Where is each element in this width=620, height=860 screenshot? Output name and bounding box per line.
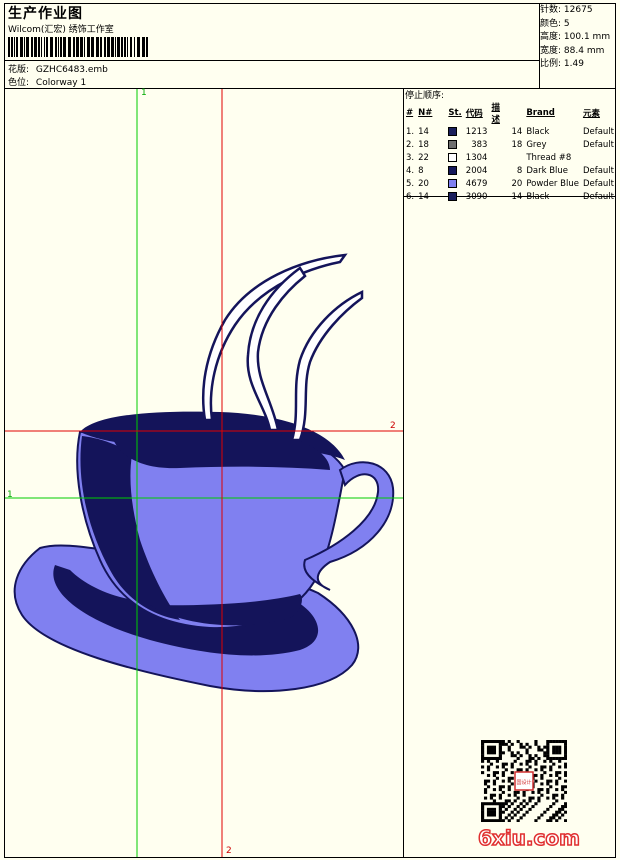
thread-code: 14	[511, 126, 523, 137]
col-description: 描述	[491, 103, 500, 125]
thread-needle: 18	[418, 139, 429, 150]
thread-description: Powder Blue	[526, 178, 579, 189]
barcode	[8, 37, 148, 57]
color-swatch	[448, 178, 458, 188]
thread-swatch	[446, 164, 463, 177]
thread-stitches: 383	[471, 139, 488, 150]
thread-row: 3. 22 1304 Thread #8	[404, 151, 620, 164]
col-brand: Brand	[526, 108, 555, 118]
thread-code: 18	[511, 139, 523, 150]
thread-needle: 14	[418, 191, 429, 202]
thread-element	[616, 164, 620, 177]
col-needle: N#	[418, 108, 433, 118]
pattern-value: GZHC6483.emb	[35, 65, 108, 75]
thread-index: 4.	[406, 165, 415, 176]
thread-brand: Default	[582, 191, 614, 202]
guide-label-h1: 1	[7, 490, 13, 500]
embroidery-design	[5, 89, 403, 857]
thread-index: 6.	[406, 191, 415, 202]
thread-description: Grey	[526, 139, 547, 150]
color-swatch	[448, 152, 458, 162]
stat-height: 高度: 100.1 mm	[540, 32, 611, 42]
colorway-value: Colorway 1	[35, 78, 87, 88]
thread-swatch	[446, 125, 463, 138]
thread-element	[616, 138, 620, 151]
thread-index: 1.	[406, 126, 415, 137]
thread-needle: 14	[418, 126, 429, 137]
thread-description: Black	[526, 191, 550, 202]
stop-sequence-title: 停止顺序:	[405, 91, 445, 101]
color-swatch	[448, 191, 458, 201]
thread-code: 14	[511, 191, 523, 202]
thread-table-header: # N# St. 代码 描述 Brand 元素	[404, 101, 620, 125]
thread-row: 1. 14 1213 14 Black Default	[404, 125, 620, 138]
thread-row: 4. 8 2004 8 Dark Blue Default	[404, 164, 620, 177]
thread-brand: Default	[582, 126, 614, 137]
thread-swatch	[446, 190, 463, 203]
thread-stitches: 2004	[465, 165, 488, 176]
thread-stitches: 3090	[465, 191, 488, 202]
thread-element	[616, 177, 620, 190]
thread-element	[616, 190, 620, 203]
thread-swatch	[446, 138, 463, 151]
thread-needle: 8	[418, 165, 424, 176]
company-name: Wilcom(汇宏) 绣饰工作室	[8, 25, 114, 35]
thread-needle: 20	[418, 178, 429, 189]
color-swatch	[448, 165, 458, 175]
thread-brand	[581, 151, 616, 164]
col-stitches: St.	[448, 108, 462, 118]
stat-colors: 颜色: 5	[540, 18, 570, 29]
thread-index: 3.	[406, 152, 415, 163]
thread-description: Black	[526, 126, 550, 137]
thread-swatch	[446, 177, 463, 190]
thread-element	[616, 125, 620, 138]
thread-brand: Default	[582, 165, 614, 176]
thread-row: 6. 14 3090 14 Black Default	[404, 190, 620, 203]
thread-stitches: 1213	[465, 126, 488, 137]
thread-needle: 22	[418, 152, 429, 163]
production-sheet: 生产作业图 Wilcom(汇宏) 绣饰工作室 花版: GZHC6483.emb …	[0, 0, 620, 860]
thread-description: Thread #8	[526, 152, 572, 163]
guide-label-v2: 2	[226, 846, 232, 856]
header-divider	[4, 60, 540, 61]
thread-row: 5. 20 4679 20 Powder Blue Default	[404, 177, 620, 190]
color-swatch	[448, 139, 458, 149]
steam-right	[290, 290, 364, 442]
thread-code	[489, 151, 524, 164]
thread-swatch	[446, 151, 463, 164]
stats-list: 针数: 12675 颜色: 5 高度: 100.1 mm 宽度: 88.4 mm…	[540, 4, 610, 72]
thread-row: 2. 18 383 18 Grey Default	[404, 138, 620, 151]
thread-description: Dark Blue	[526, 165, 569, 176]
thread-table: # N# St. 代码 描述 Brand 元素 1. 14 1213 14 Black D…	[404, 101, 620, 203]
thread-brand: Default	[582, 178, 614, 189]
thread-index: 5.	[406, 178, 415, 189]
stat-scale: 比例: 1.49	[540, 59, 584, 69]
watermark: 6xiu.com	[477, 825, 580, 851]
colorway-row: 色位: Colorway 1	[8, 75, 86, 88]
thread-code: 20	[511, 178, 523, 189]
stat-stitches: 针数: 12675	[540, 5, 593, 15]
qr-code: 国设计	[481, 740, 567, 822]
pattern-label: 花版:	[8, 65, 30, 75]
thread-brand: Default	[582, 139, 614, 150]
thread-index: 2.	[406, 139, 415, 150]
page-title: 生产作业图	[8, 6, 83, 22]
thread-code: 8	[516, 165, 523, 176]
col-element: 元素	[582, 109, 600, 119]
stat-width: 宽度: 88.4 mm	[540, 45, 605, 56]
svg-text:国设计: 国设计	[516, 779, 531, 786]
guide-label-v1: 1	[141, 88, 147, 98]
guide-label-h2: 2	[390, 421, 396, 431]
col-index: #	[406, 108, 414, 118]
thread-stitches: 4679	[465, 178, 488, 189]
colorway-label: 色位:	[8, 78, 30, 88]
thread-stitches: 1304	[465, 152, 488, 163]
col-code: 代码	[465, 109, 483, 119]
color-swatch	[448, 126, 458, 136]
thread-element	[616, 151, 620, 164]
pattern-row: 花版: GZHC6483.emb	[8, 62, 108, 75]
